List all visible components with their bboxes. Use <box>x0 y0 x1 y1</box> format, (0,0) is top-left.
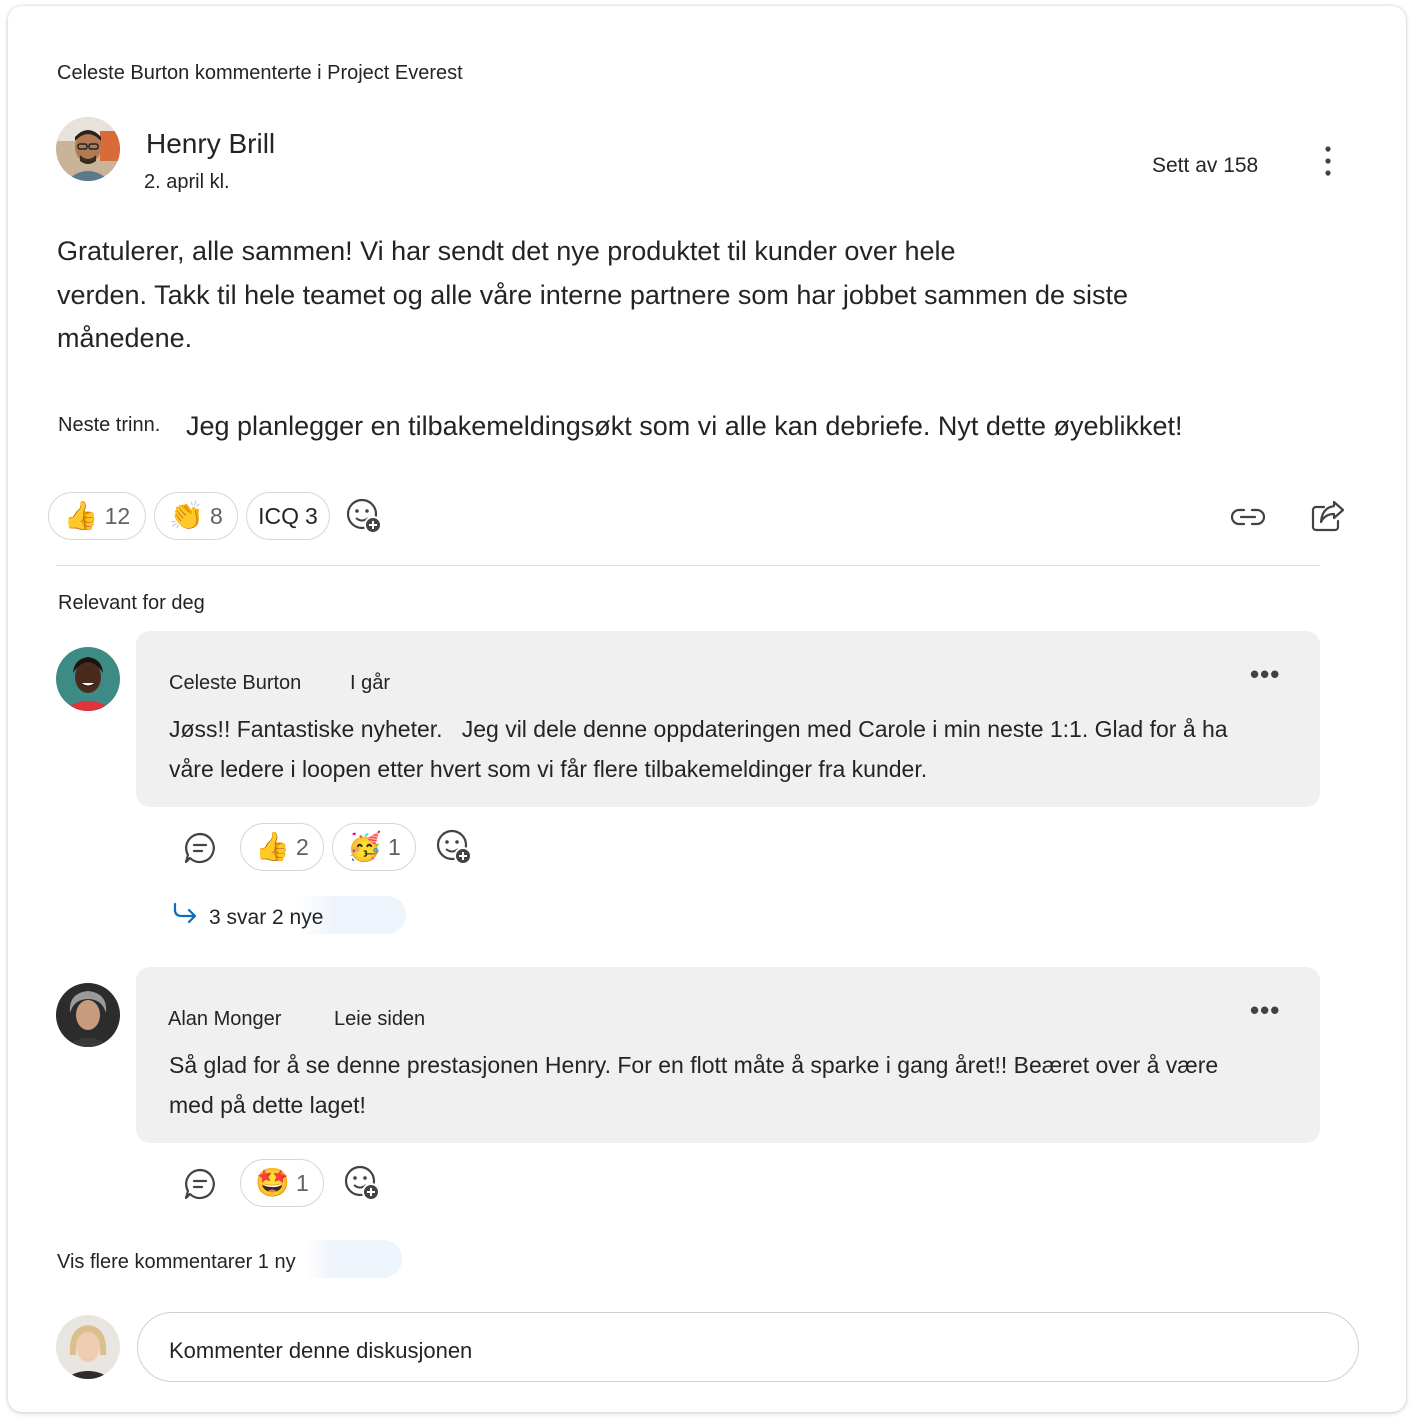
post-body-line-3: månedene. <box>57 323 193 353</box>
reaction-clap[interactable]: 👏 8 <box>154 492 238 540</box>
reaction-count: 2 <box>296 833 309 860</box>
add-reaction-button[interactable] <box>342 1163 382 1203</box>
reaction-star-struck[interactable]: 🤩 1 <box>240 1159 324 1207</box>
comment-time: Leie siden <box>334 1008 426 1030</box>
thumbs-up-icon: 👍 <box>63 499 99 532</box>
reply-button[interactable] <box>180 828 220 868</box>
reaction-like[interactable]: 👍 2 <box>240 823 324 871</box>
copy-link-button[interactable] <box>1228 497 1268 537</box>
replies-link[interactable]: 3 svar 2 nye <box>168 896 406 934</box>
commenter-avatar[interactable] <box>56 983 120 1047</box>
icq-label: ICQ <box>258 502 300 529</box>
comment-text-line-1: Jøss!! Fantastiske nyheter. Jeg vil dele… <box>169 716 1228 742</box>
comment-icon <box>184 832 215 864</box>
star-struck-icon: 🤩 <box>255 1166 291 1199</box>
add-reaction-button[interactable] <box>434 827 474 867</box>
post-body-line-1: Gratulerer, alle sammen! Vi har sendt de… <box>57 236 956 266</box>
divider <box>56 565 1320 566</box>
show-more-comments-label[interactable]: Vis flere kommentarer 1 ny <box>57 1251 296 1274</box>
add-reaction-button[interactable] <box>344 496 384 536</box>
activity-line: Celeste Burton kommenterte i Project Eve… <box>57 62 463 84</box>
comment-author[interactable]: Alan Monger <box>168 1008 281 1031</box>
commenter-avatar[interactable] <box>56 647 120 711</box>
comment-bubble: Celeste Burton I går ••• Jøss!! Fantasti… <box>136 631 1320 807</box>
comment-bubble: Alan Monger Leie siden ••• Så glad for å… <box>136 967 1320 1143</box>
more-vertical-icon <box>1325 146 1331 176</box>
post-body-line-2: verden. Takk til hele teamet og alle vår… <box>57 280 1129 310</box>
reply-arrow-icon <box>173 902 197 924</box>
author-name[interactable]: Henry Brill <box>146 128 275 160</box>
comment-text-line-2: våre ledere i loopen etter hvert som vi … <box>169 756 928 782</box>
comment-time: I går <box>350 672 391 694</box>
clapping-hands-icon: 👏 <box>169 499 205 532</box>
comment-author[interactable]: Celeste Burton <box>169 672 301 695</box>
next-step-text: Jeg planlegger en tilbakemeldingsøkt som… <box>186 411 1183 441</box>
seen-by-count[interactable]: Sett av 158 <box>1152 154 1258 178</box>
next-step-label: Neste trinn. <box>58 414 161 436</box>
reaction-count: 12 <box>104 502 131 529</box>
reaction-count: 1 <box>296 1169 309 1196</box>
party-face-icon: 🥳 <box>347 830 383 863</box>
reaction-icq[interactable]: ICQ 3 <box>246 492 330 540</box>
comment-text-line-2: med på dette laget! <box>169 1092 366 1118</box>
section-label: Relevant for deg <box>58 592 205 614</box>
post-date: 2. april kl. <box>144 171 230 193</box>
comment-more-button[interactable]: ••• <box>1250 995 1280 1026</box>
reaction-like[interactable]: 👍 12 <box>48 492 146 540</box>
more-options-button[interactable] <box>1308 141 1348 181</box>
comment-input[interactable]: Kommenter denne diskusjonen <box>137 1312 1359 1382</box>
comment-icon <box>184 1168 215 1200</box>
reaction-count: 8 <box>210 502 223 529</box>
show-more-comments-link[interactable]: Vis flere kommentarer 1 ny <box>54 1240 402 1278</box>
link-icon <box>1230 508 1266 526</box>
comment-text-line-1: Så glad for å se denne prestasjonen Henr… <box>169 1052 1219 1078</box>
comment-more-button[interactable]: ••• <box>1250 659 1280 690</box>
thumbs-up-icon: 👍 <box>255 830 291 863</box>
add-reaction-icon <box>344 1165 380 1201</box>
reply-button[interactable] <box>180 1164 220 1204</box>
add-reaction-icon <box>436 829 472 865</box>
add-reaction-icon <box>346 498 382 534</box>
author-avatar[interactable] <box>56 117 120 181</box>
replies-count[interactable]: 3 svar 2 nye <box>209 906 323 930</box>
reaction-count: 1 <box>388 833 401 860</box>
share-icon <box>1311 500 1345 532</box>
current-user-avatar <box>56 1315 120 1379</box>
comment-input-placeholder: Kommenter denne diskusjonen <box>169 1338 473 1363</box>
reaction-party[interactable]: 🥳 1 <box>332 823 416 871</box>
reaction-count: 3 <box>305 502 318 529</box>
share-button[interactable] <box>1308 496 1348 536</box>
